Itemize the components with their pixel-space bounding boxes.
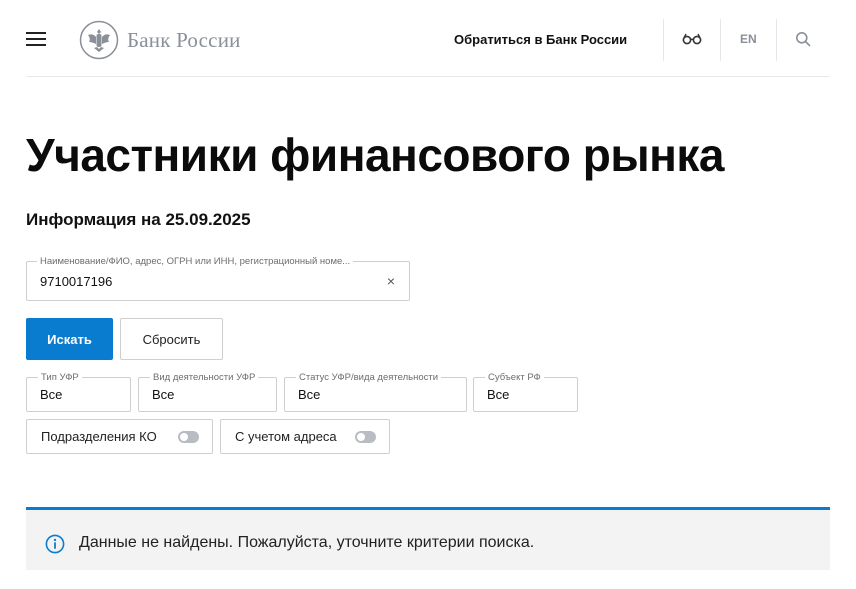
search-field[interactable]: Наименование/ФИО, адрес, ОГРН или ИНН, р… xyxy=(26,256,410,301)
contact-bank-link[interactable]: Обратиться в Банк России xyxy=(454,32,627,47)
search-field-label: Наименование/ФИО, адрес, ОГРН или ИНН, р… xyxy=(37,256,354,267)
header-divider xyxy=(720,19,721,61)
toggle-switch[interactable] xyxy=(355,431,376,443)
filter-value: Все xyxy=(298,387,321,402)
language-switch[interactable]: EN xyxy=(740,32,757,46)
filter-value: Все xyxy=(487,387,510,402)
site-header: Банк России Обратиться в Банк России EN xyxy=(26,0,830,77)
toggle-label: С учетом адреса xyxy=(235,429,337,444)
close-icon[interactable]: × xyxy=(387,274,395,288)
bank-logo[interactable]: Банк России xyxy=(79,20,241,60)
filter-label: Тип УФР xyxy=(38,372,82,383)
toggle-with-address[interactable]: С учетом адреса xyxy=(220,419,390,454)
filter-value: Все xyxy=(40,387,63,402)
filter-status[interactable]: Статус УФР/вида деятельности Все xyxy=(284,372,467,412)
info-date: Информация на 25.09.2025 xyxy=(26,210,251,229)
filter-label: Субъект РФ xyxy=(485,372,544,383)
filter-label: Вид деятельности УФР xyxy=(150,372,259,383)
bank-emblem-icon xyxy=(79,20,119,60)
filter-ufr-type[interactable]: Тип УФР Все xyxy=(26,372,131,412)
header-divider xyxy=(776,19,777,61)
glasses-icon[interactable] xyxy=(682,32,702,46)
info-icon xyxy=(45,534,65,554)
reset-button[interactable]: Сбросить xyxy=(120,318,223,360)
search-icon[interactable] xyxy=(795,31,811,47)
menu-icon[interactable] xyxy=(26,32,46,48)
toggle-ko-divisions[interactable]: Подразделения КО xyxy=(26,419,213,454)
toggle-switch[interactable] xyxy=(178,431,199,443)
filter-value: Все xyxy=(152,387,175,402)
notice-text: Данные не найдены. Пожалуйста, уточните … xyxy=(79,534,535,551)
filter-region[interactable]: Субъект РФ Все xyxy=(473,372,578,412)
toggle-label: Подразделения КО xyxy=(41,429,157,444)
page-title: Участники финансового рынка xyxy=(26,129,725,181)
header-divider xyxy=(663,19,664,61)
filter-label: Статус УФР/вида деятельности xyxy=(296,372,442,383)
logo-text: Банк России xyxy=(127,27,241,52)
search-button[interactable]: Искать xyxy=(26,318,113,360)
no-results-notice: Данные не найдены. Пожалуйста, уточните … xyxy=(26,507,830,570)
filter-activity-type[interactable]: Вид деятельности УФР Все xyxy=(138,372,277,412)
search-input[interactable]: 9710017196 xyxy=(40,274,112,289)
